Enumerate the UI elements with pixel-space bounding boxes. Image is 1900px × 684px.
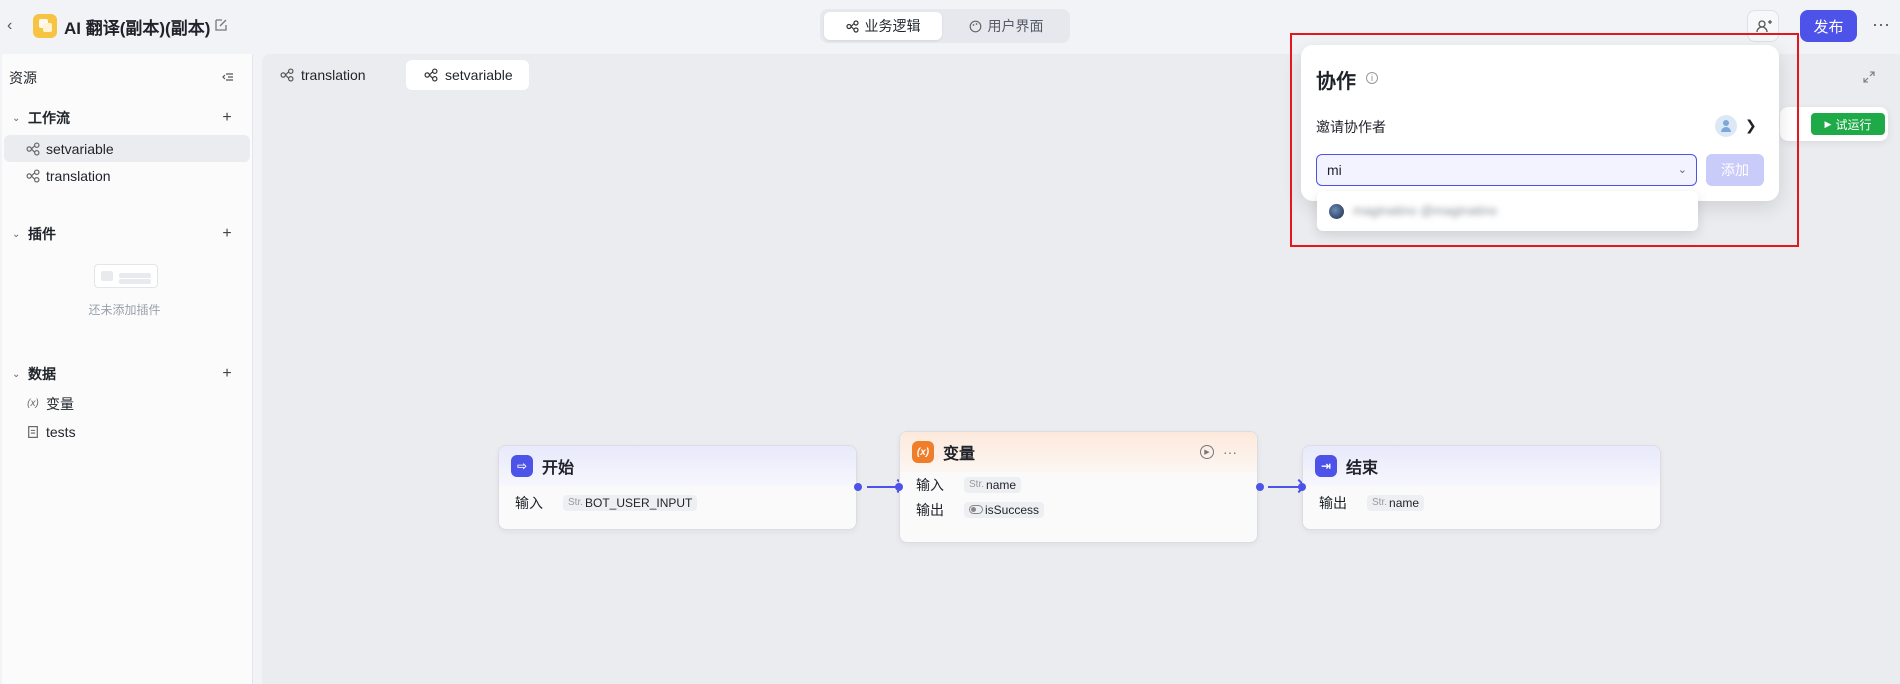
boolean-icon — [969, 505, 983, 514]
section-data-label: 数据 — [28, 366, 56, 382]
view-switcher: 业务逻辑 用户界面 — [820, 9, 1070, 43]
add-workflow-button[interactable]: + — [220, 110, 234, 126]
section-workflow-label: 工作流 — [28, 110, 70, 126]
start-node[interactable]: ⇨ 开始 输入 Str. BOT_USER_INPUT — [498, 445, 857, 530]
variable-icon: (x) — [27, 398, 39, 409]
connection-arrow — [1268, 486, 1302, 488]
sidebar-item-setvariable[interactable]: setvariable — [4, 135, 250, 162]
sidebar-title: 资源 — [9, 70, 37, 86]
param-chip: Str. name — [964, 476, 1022, 493]
app-logo-icon — [33, 14, 57, 38]
trial-run-label: 试运行 — [1835, 117, 1872, 132]
output-port[interactable] — [1256, 483, 1264, 491]
tab-business-logic[interactable]: 业务逻辑 — [824, 12, 942, 40]
output-port[interactable] — [854, 483, 862, 491]
back-icon[interactable]: ‹ — [7, 17, 19, 35]
tab-setvariable[interactable]: setvariable — [406, 60, 529, 90]
node-row: 输入 Str. name — [900, 472, 1257, 497]
param-name: isSuccess — [985, 502, 1040, 517]
node-title: 结束 — [1346, 460, 1379, 477]
chevron-down-icon: ⌄ — [12, 368, 21, 380]
start-icon: ⇨ — [511, 455, 533, 477]
param-name: name — [1389, 495, 1420, 510]
param-chip: isSuccess — [964, 501, 1045, 518]
more-options-icon[interactable]: ··· — [1870, 15, 1892, 36]
sidebar-item-variable[interactable]: (x) 变量 — [4, 390, 250, 417]
sidebar-item-label: translation — [46, 167, 111, 184]
node-title: 开始 — [542, 460, 575, 477]
sidebar-item-label: tests — [46, 423, 76, 440]
node-row: 输入 Str. BOT_USER_INPUT — [499, 490, 856, 515]
tab-label: setvariable — [445, 67, 513, 83]
workflow-icon — [845, 19, 859, 33]
sidebar-item-tests[interactable]: tests — [4, 418, 250, 445]
workflow-icon — [26, 168, 40, 183]
input-port[interactable] — [895, 483, 903, 491]
tab-translation[interactable]: translation — [262, 60, 382, 90]
node-title: 变量 — [943, 446, 976, 463]
resource-sidebar: 资源 ⌄ 工作流 + setvariable translation ⌄ 插件 … — [2, 54, 253, 684]
empty-plugin-text: 还未添加插件 — [88, 303, 161, 317]
workflow-icon — [280, 68, 294, 82]
table-icon — [28, 425, 38, 438]
publish-button[interactable]: 发布 — [1800, 10, 1857, 42]
param-type: Str. — [1372, 497, 1388, 508]
collapse-sidebar-icon[interactable] — [221, 70, 235, 84]
param-name: BOT_USER_INPUT — [585, 495, 693, 510]
app-title: AI 翻译(副本)(副本) — [64, 19, 211, 38]
sidebar-item-label: 变量 — [46, 395, 74, 412]
tab-user-interface-label: 用户界面 — [987, 18, 1044, 34]
expand-icon[interactable] — [1862, 70, 1876, 84]
end-node[interactable]: ⇥ 结束 输出 Str. name — [1302, 445, 1661, 530]
param-type: Str. — [568, 497, 584, 508]
add-plugin-button[interactable]: + — [220, 226, 234, 242]
edit-icon[interactable] — [213, 17, 229, 33]
node-more-icon[interactable]: ··· — [1223, 444, 1243, 460]
add-data-button[interactable]: + — [220, 366, 234, 382]
tab-label: translation — [301, 67, 366, 83]
row-label: 输出 — [916, 501, 944, 518]
section-plugin[interactable]: ⌄ 插件 — [12, 224, 56, 244]
param-type: Str. — [969, 479, 985, 490]
workflow-icon — [424, 68, 438, 82]
variable-icon: (x) — [912, 441, 934, 463]
chevron-down-icon: ⌄ — [12, 228, 21, 240]
node-header: ⇥ 结束 — [1303, 446, 1660, 486]
palette-icon — [969, 20, 981, 32]
input-port[interactable] — [1298, 483, 1306, 491]
play-icon: ▶ — [1824, 118, 1832, 129]
param-chip: Str. BOT_USER_INPUT — [563, 494, 698, 511]
workflow-icon — [26, 141, 40, 156]
section-data[interactable]: ⌄ 数据 — [12, 364, 56, 384]
row-label: 输出 — [1319, 494, 1347, 511]
node-row: 输出 Str. name — [1303, 490, 1660, 515]
sidebar-item-label: setvariable — [46, 140, 114, 157]
node-header: ⇨ 开始 — [499, 446, 856, 486]
section-workflow[interactable]: ⌄ 工作流 — [12, 108, 70, 128]
variable-node[interactable]: (x) 变量 ▶ ··· 输入 Str. name 输出 isSuccess — [899, 431, 1258, 543]
trial-run-button[interactable]: ▶ 试运行 — [1811, 113, 1885, 135]
highlight-annotation — [1290, 33, 1799, 247]
node-header: (x) 变量 ▶ ··· — [900, 432, 1257, 472]
tab-business-logic-label: 业务逻辑 — [864, 18, 921, 34]
row-label: 输入 — [916, 476, 944, 493]
section-plugin-label: 插件 — [28, 226, 56, 242]
sidebar-item-translation[interactable]: translation — [4, 162, 250, 189]
node-row: 输出 isSuccess — [900, 497, 1257, 522]
empty-plugin-illustration — [94, 264, 158, 288]
tab-user-interface[interactable]: 用户界面 — [946, 12, 1066, 40]
chevron-down-icon: ⌄ — [12, 112, 21, 124]
param-chip: Str. name — [1367, 494, 1425, 511]
param-name: name — [986, 477, 1017, 492]
end-icon: ⇥ — [1315, 455, 1337, 477]
row-label: 输入 — [515, 494, 543, 511]
run-node-icon[interactable]: ▶ — [1200, 445, 1214, 459]
